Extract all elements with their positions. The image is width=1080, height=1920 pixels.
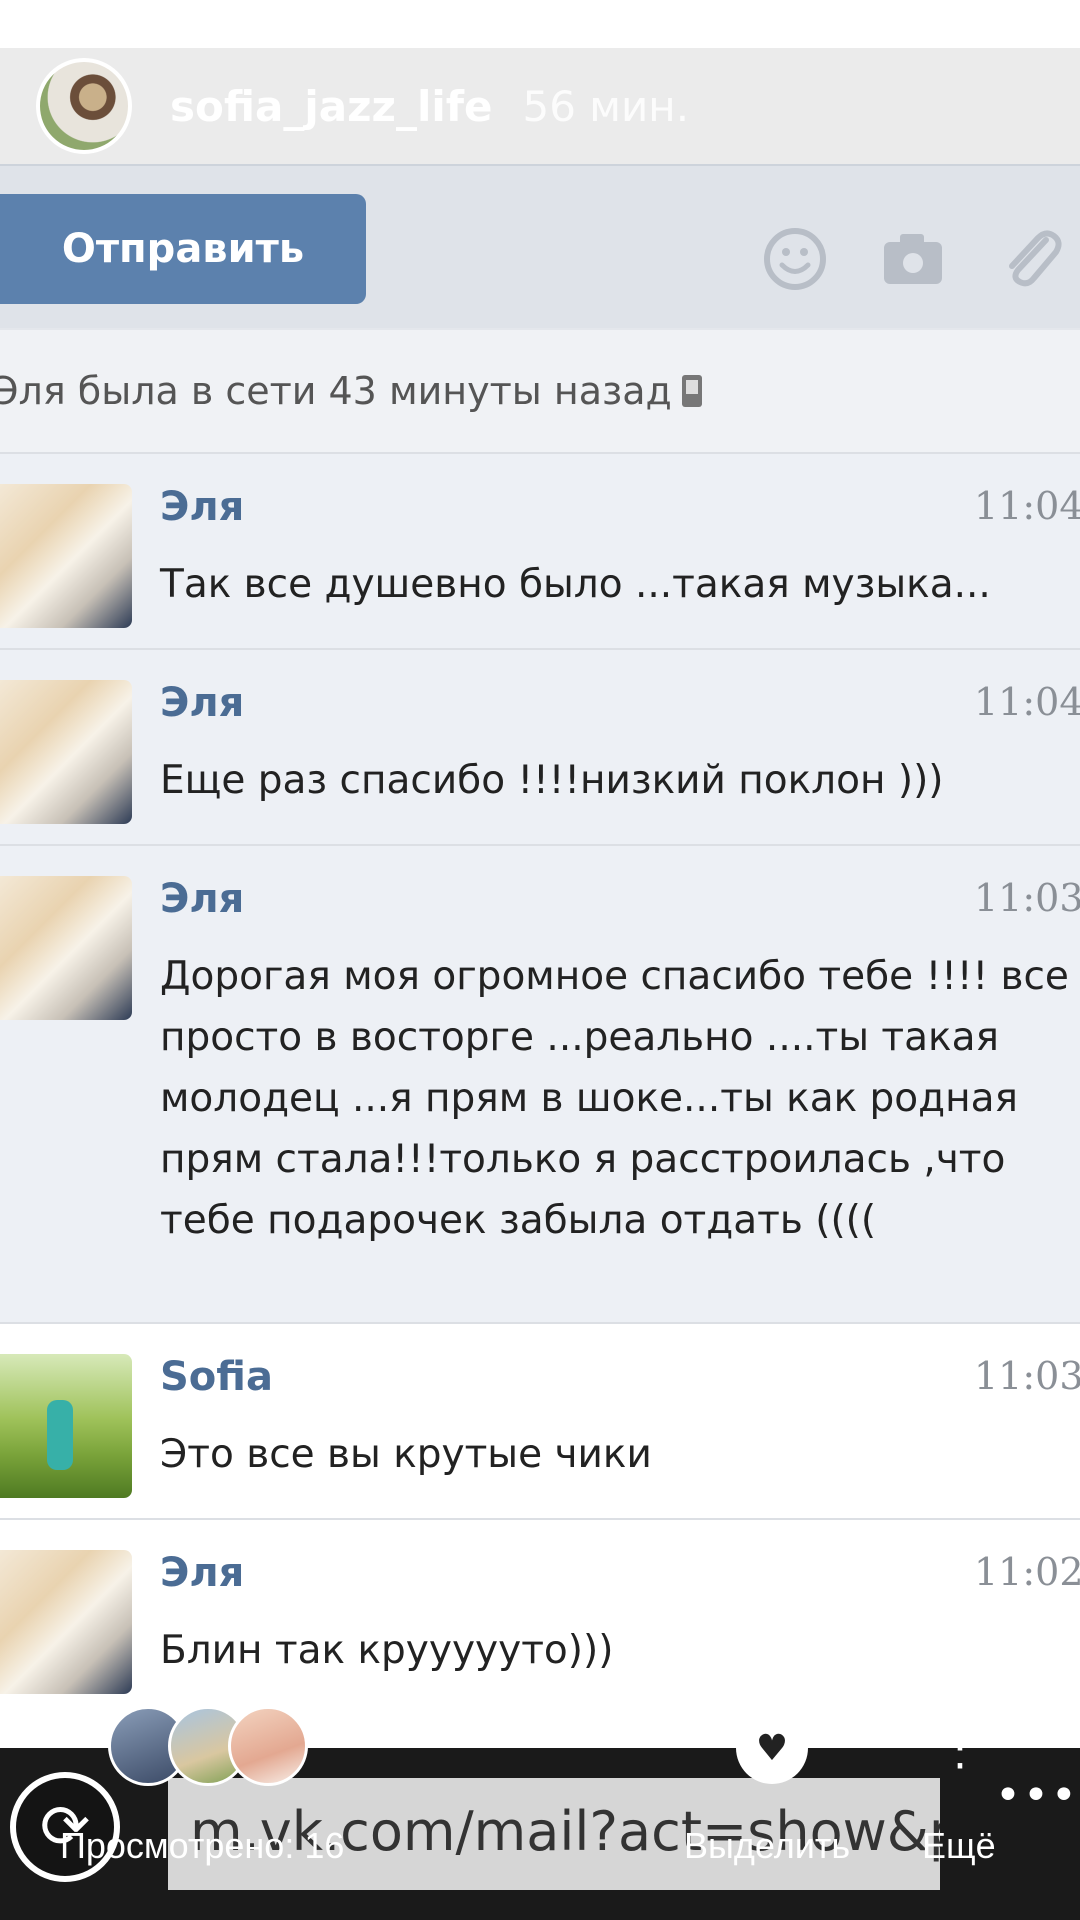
message-item[interactable]: Эля 11:04 Так все душевно было ...такая … <box>0 452 1080 648</box>
smiley-icon[interactable] <box>762 226 828 292</box>
mobile-phone-icon <box>681 375 702 407</box>
message-text: Это все вы крутые чики <box>160 1432 652 1477</box>
message-sender[interactable]: Эля <box>160 876 244 922</box>
viewers-avatars[interactable] <box>108 1706 308 1786</box>
more-dots-icon[interactable]: · · · <box>950 1709 970 1789</box>
screenshot-content: sofia_jazz_life 56 мин. Отправить Эля бы… <box>0 48 1080 1748</box>
story-header: sofia_jazz_life 56 мин. <box>0 48 1080 164</box>
message-time: 11:04 <box>974 680 1080 724</box>
elya-avatar[interactable] <box>0 680 132 824</box>
message-time: 11:03 <box>974 876 1080 920</box>
message-text: Так все душевно было ...такая музыка... <box>160 562 991 607</box>
send-button[interactable]: Отправить <box>0 194 366 304</box>
message-item[interactable]: Эля 11:03 Дорогая моя огромное спасибо т… <box>0 844 1080 1322</box>
message-text: Блин так круууууто))) <box>160 1628 614 1673</box>
viewer-avatar[interactable] <box>228 1706 308 1786</box>
viewed-count[interactable]: Просмотрено: 16 <box>60 1825 344 1867</box>
message-toolbar: Отправить <box>0 164 1080 328</box>
message-text: Еще раз спасибо !!!!низкий поклон ))) <box>160 758 944 803</box>
story-author-avatar[interactable] <box>36 58 132 154</box>
message-item[interactable]: Эля 11:04 Еще раз спасибо !!!!низкий пок… <box>0 648 1080 844</box>
elya-avatar[interactable] <box>0 876 132 1020</box>
paperclip-icon[interactable] <box>998 226 1064 292</box>
select-button[interactable]: Выделить <box>684 1825 850 1867</box>
message-item[interactable]: Sofia 11:03 Это все вы крутые чики <box>0 1322 1080 1518</box>
last-seen-text: Эля была в сети 43 минуты назад <box>0 369 672 413</box>
message-time: 11:02 <box>974 1550 1080 1594</box>
more-button[interactable]: Ещё <box>922 1825 996 1867</box>
elya-avatar[interactable] <box>0 1550 132 1694</box>
more-dots-icon[interactable]: ••• <box>995 1770 1079 1821</box>
message-sender[interactable]: Sofia <box>160 1354 273 1400</box>
message-sender[interactable]: Эля <box>160 1550 244 1596</box>
message-sender[interactable]: Эля <box>160 680 244 726</box>
message-sender[interactable]: Эля <box>160 484 244 530</box>
elya-avatar[interactable] <box>0 484 132 628</box>
message-time: 11:03 <box>974 1354 1080 1398</box>
online-status: Эля была в сети 43 минуты назад <box>0 328 1080 452</box>
heart-icon[interactable]: ♥ <box>736 1712 808 1784</box>
story-username[interactable]: sofia_jazz_life <box>170 82 493 131</box>
camera-icon[interactable] <box>880 226 946 292</box>
story-time: 56 мин. <box>522 81 690 131</box>
message-time: 11:04 <box>974 484 1080 528</box>
message-text: Дорогая моя огромное спасибо тебе !!!! в… <box>160 954 1069 1243</box>
sofia-avatar[interactable] <box>0 1354 132 1498</box>
